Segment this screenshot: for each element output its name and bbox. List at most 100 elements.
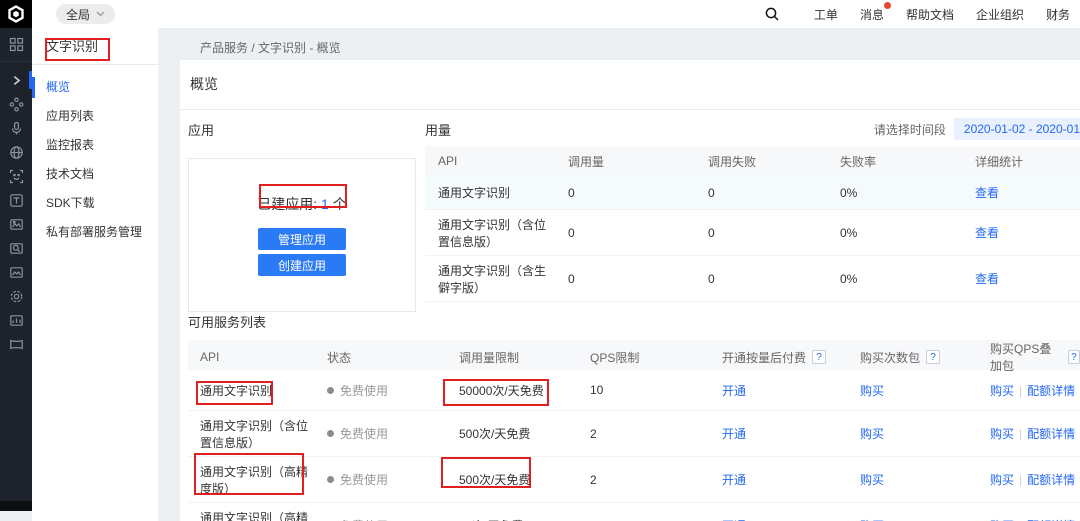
rail-item-current-product[interactable] xyxy=(0,68,32,92)
usage-api-name: 通用文字识别（含生僻字版） xyxy=(438,263,547,295)
sidebar-item-sdk-download[interactable]: SDK下载 xyxy=(32,189,158,218)
link-separator: | xyxy=(1019,473,1023,487)
menu-item-help-docs[interactable]: 帮助文档 xyxy=(906,6,954,23)
date-range-label: 请选择时间段 xyxy=(873,122,946,137)
usage-col-api: API xyxy=(438,154,458,168)
buy-qps-link[interactable]: 购买 xyxy=(990,473,1014,487)
usage-failure-rate: 0% xyxy=(840,225,858,240)
rail-collapse-strip[interactable] xyxy=(0,501,32,511)
quota-detail-link[interactable]: 配额详情 xyxy=(1027,473,1075,487)
menu-item-messages[interactable]: 消息 xyxy=(860,1,891,23)
buy-pack-link[interactable]: 购买 xyxy=(860,427,884,441)
chevron-down-icon xyxy=(96,11,105,17)
usage-api-name: 通用文字识别 xyxy=(438,186,511,200)
rail-item-nlp[interactable] xyxy=(0,140,32,164)
activate-link[interactable]: 开通 xyxy=(722,384,746,398)
image-icon xyxy=(9,218,23,230)
product-icon-rail xyxy=(0,28,32,511)
brand-logo[interactable] xyxy=(0,0,32,28)
menu-item-tickets[interactable]: 工单 xyxy=(814,6,838,23)
service-row: 通用文字识别 免费使用 50000次/天免费 10 开通 购买 购买 | 配额详情 xyxy=(188,370,1080,411)
buy-pack-link[interactable]: 购买 xyxy=(860,473,884,487)
main-area: 产品服务 / 文字识别 - 概览 概览 应用 已建应用: 1 个 管理应用 创建… xyxy=(158,28,1080,521)
rail-item-text-recognition[interactable] xyxy=(0,188,32,212)
help-question-icon[interactable]: ? xyxy=(926,350,941,364)
buy-pack-link[interactable]: 购买 xyxy=(860,384,884,398)
sidebar-item-app-list[interactable]: 应用列表 xyxy=(32,102,158,131)
usage-failures: 0 xyxy=(708,271,715,286)
title-divider xyxy=(180,109,1080,110)
service-row: 通用文字识别（高精度版） 免费使用 500次/天免费 2 开通 购买 购买 | 配额… xyxy=(188,457,1080,503)
usage-failure-rate: 0% xyxy=(840,185,858,200)
quota-detail-link[interactable]: 配额详情 xyxy=(1027,427,1075,441)
activate-link[interactable]: 开通 xyxy=(722,473,746,487)
sidebar-product-title: 文字识别 xyxy=(32,28,158,65)
sidebar-item-tech-docs[interactable]: 技术文档 xyxy=(32,160,158,189)
rail-item-image-search[interactable] xyxy=(0,236,32,260)
svc-qps: 2 xyxy=(590,472,597,487)
help-question-icon[interactable]: ? xyxy=(812,350,827,364)
quota-detail-link[interactable]: 配额详情 xyxy=(1027,384,1075,398)
buy-qps-link[interactable]: 购买 xyxy=(990,384,1014,398)
svc-quota: 50000次/天免费 xyxy=(459,383,544,398)
svc-col-buy-pack: 购买次数包 xyxy=(860,350,921,365)
region-scope-dropdown[interactable]: 全局 xyxy=(56,4,116,24)
rail-item-nodes[interactable] xyxy=(0,92,32,116)
help-question-icon[interactable]: ? xyxy=(1067,350,1080,364)
usage-col-detail: 详细统计 xyxy=(975,154,1024,169)
text-recognition-icon xyxy=(9,193,23,207)
create-app-button[interactable]: 创建应用 xyxy=(258,254,346,276)
rail-item-panorama[interactable] xyxy=(0,332,32,356)
usage-header: 用量 请选择时间段 2020-01-02 - 2020-01- xyxy=(425,118,1080,140)
app-section-label: 应用 xyxy=(188,123,215,138)
menu-item-enterprise-org[interactable]: 企业组织 xyxy=(976,6,1024,23)
topbar-menu: 工单 消息 帮助文档 企业组织 财务 xyxy=(764,0,1070,28)
search-button[interactable] xyxy=(764,6,780,22)
image-search-icon xyxy=(9,242,23,254)
date-range-picker: 请选择时间段 2020-01-02 - 2020-01- xyxy=(874,118,1080,140)
top-bar: 全局 工单 消息 帮助文档 企业组织 财务 xyxy=(0,0,1080,28)
rail-item-image-recognition[interactable] xyxy=(0,212,32,236)
manage-app-button[interactable]: 管理应用 xyxy=(258,228,346,250)
built-apps-line: 已建应用: 1 个 xyxy=(257,194,346,214)
usage-col-calls: 调用量 xyxy=(568,154,605,169)
status-dot-icon xyxy=(327,476,334,483)
usage-table-header: API 调用量 调用失败 失败率 详细统计 xyxy=(425,146,1080,176)
svc-col-status: 状态 xyxy=(327,350,352,365)
svc-status: 免费使用 xyxy=(340,473,389,487)
svc-api-name: 通用文字识别（含位置信息版） xyxy=(200,418,309,450)
built-apps-prefix: 已建应用: xyxy=(257,196,322,212)
usage-section-label: 用量 xyxy=(425,122,452,138)
svc-api-name: 通用文字识别（高精度版） xyxy=(200,464,309,496)
menu-item-finance[interactable]: 财务 xyxy=(1046,6,1070,23)
rail-item-face-recognition[interactable] xyxy=(0,164,32,188)
breadcrumb[interactable]: 产品服务 / 文字识别 - 概览 xyxy=(200,39,341,56)
usage-row: 通用文字识别（含生僻字版） 0 0 0% 查看 xyxy=(425,256,1080,302)
sidebar-item-overview[interactable]: 概览 xyxy=(32,73,158,102)
rail-item-image-effects[interactable] xyxy=(0,308,32,332)
rail-item-speech[interactable] xyxy=(0,116,32,140)
sidebar-item-monitor-report[interactable]: 监控报表 xyxy=(32,131,158,160)
rail-item-settings[interactable] xyxy=(0,284,32,308)
link-separator: | xyxy=(1019,427,1023,441)
chevron-right-icon xyxy=(13,75,20,85)
usage-calls: 0 xyxy=(568,185,575,200)
sidebar-item-private-deploy[interactable]: 私有部署服务管理 xyxy=(32,218,158,247)
rail-item-content-review[interactable] xyxy=(0,260,32,284)
page-title: 概览 xyxy=(190,76,218,92)
built-apps-suffix: 个 xyxy=(328,196,347,212)
svc-col-api: API xyxy=(200,350,220,364)
activate-link[interactable]: 开通 xyxy=(722,427,746,441)
product-sidebar: 文字识别 概览 应用列表 监控报表 技术文档 SDK下载 私有部署服务管理 xyxy=(32,28,158,521)
view-detail-link[interactable]: 查看 xyxy=(975,272,999,286)
usage-calls: 0 xyxy=(568,271,575,286)
view-detail-link[interactable]: 查看 xyxy=(975,186,999,200)
date-range-value[interactable]: 2020-01-02 - 2020-01- xyxy=(953,118,1080,140)
app-card: 已建应用: 1 个 管理应用 创建应用 xyxy=(188,158,416,312)
rail-item-overview[interactable] xyxy=(0,28,32,62)
album-icon xyxy=(9,266,23,278)
built-apps-count: 1 xyxy=(321,196,329,212)
usage-table: API 调用量 调用失败 失败率 详细统计 通用文字识别 0 0 0% 查看 通… xyxy=(425,146,1080,302)
view-detail-link[interactable]: 查看 xyxy=(975,226,999,240)
buy-qps-link[interactable]: 购买 xyxy=(990,427,1014,441)
